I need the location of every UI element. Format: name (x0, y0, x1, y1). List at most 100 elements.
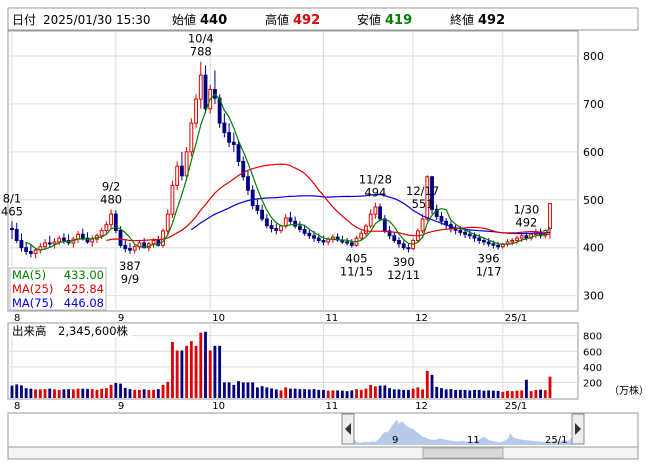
volume-bar (449, 389, 453, 398)
volume-bar (227, 382, 231, 398)
volume-axis: 200 400 600 800 (583, 332, 602, 390)
candle-body (151, 240, 156, 245)
candle-body (52, 241, 57, 245)
annotation-value: 405 (346, 252, 368, 266)
volume-bar (303, 389, 307, 398)
header-bar: 日付 2025/01/30 15:30 始値 440 高値 492 安値 419… (7, 7, 639, 31)
candle-body (57, 237, 62, 243)
volume-tick-label: 600 (583, 347, 602, 358)
volume-bar (284, 387, 288, 398)
candle-body (496, 244, 501, 248)
volume-bar (175, 350, 179, 398)
candle-body (241, 160, 246, 178)
volume-bar (53, 389, 56, 398)
navigator-left-handle[interactable] (341, 413, 355, 445)
candle-body (316, 237, 321, 242)
candle-body (165, 213, 170, 232)
candle-body (80, 233, 85, 239)
candle-body (524, 235, 529, 239)
candle-body (123, 244, 128, 250)
volume-bar (425, 370, 429, 398)
close-label: 終値 (450, 12, 474, 27)
price-axis: 300 400 500 600 700 800 (583, 50, 604, 303)
volume-bar (104, 388, 108, 398)
volume-bar (345, 391, 349, 398)
annotation-value: 494 (364, 186, 386, 200)
volume-bar (194, 345, 198, 398)
ma75-legend-label: MA(75) (12, 296, 53, 310)
candle-body (321, 240, 326, 243)
volume-bar (20, 385, 23, 398)
volume-bar (378, 385, 382, 398)
high-label: 高値 (265, 12, 289, 27)
volume-bar (529, 391, 533, 398)
navigator-label: 25/1 (545, 435, 567, 446)
navigator-scrollbar-track[interactable] (7, 446, 639, 460)
volume-bar (161, 384, 165, 398)
candle-body (392, 235, 397, 241)
x-tick-label: 8 (14, 313, 20, 324)
volume-bar (388, 388, 391, 398)
candle-body (312, 235, 316, 239)
candle-body (246, 176, 250, 191)
volume-bar (293, 388, 297, 398)
candle-body (128, 248, 132, 251)
volume-bar (10, 385, 14, 398)
range-navigator[interactable]: 9 11 25/1 (7, 412, 639, 460)
candle-body (548, 203, 552, 230)
volume-bar (180, 350, 184, 398)
volume-bar (156, 389, 160, 398)
candle-body (510, 240, 515, 243)
candle-body (76, 233, 80, 240)
candle-body (364, 225, 368, 234)
volume-bar (317, 389, 321, 398)
candle-body (24, 247, 29, 253)
volume-bar (510, 391, 514, 398)
volume-bar (90, 389, 94, 398)
navigator-scrollbar-thumb[interactable] (422, 447, 504, 459)
candle-body (104, 224, 109, 231)
price-tick-label: 300 (583, 290, 604, 303)
candle-body (179, 165, 184, 177)
volume-bar (171, 342, 174, 398)
candle-body (345, 241, 349, 244)
volume-bar (48, 388, 52, 398)
annotation-value: 390 (393, 255, 415, 269)
candle-body (99, 229, 104, 237)
stock-chart: 日付 2025/01/30 15:30 始値 440 高値 492 安値 419… (1, 7, 649, 460)
volume-bar (539, 389, 542, 398)
volume-bar (440, 388, 443, 398)
volume-bar (86, 388, 89, 398)
volume-bar (548, 376, 552, 398)
volume-bar (100, 388, 104, 398)
candle-body (463, 231, 467, 235)
volume-bar (468, 390, 472, 398)
ma-legend: MA(5) 433.00 MA(25) 425.84 MA(75) 446.08 (9, 267, 107, 311)
candle-body (307, 232, 312, 237)
volume-bar (496, 390, 500, 398)
volume-bar (152, 389, 155, 398)
volume-bar (298, 389, 302, 398)
candle-body (250, 189, 255, 207)
candle-body (203, 74, 208, 110)
candle-body (458, 229, 463, 233)
price-tick-label: 800 (583, 50, 604, 63)
candle-body (189, 122, 194, 153)
volume-bar (189, 341, 193, 398)
candle-body (482, 240, 486, 243)
x-tick-label: 9 (118, 401, 124, 412)
volume-bar (355, 389, 358, 398)
candle-body (19, 240, 24, 249)
volume-bar (67, 389, 71, 398)
volume-bar (241, 382, 245, 398)
candle-body (194, 98, 198, 124)
candle-body (406, 247, 411, 250)
volume-bar (274, 389, 278, 398)
navigator-right-handle[interactable] (571, 413, 585, 445)
candle-body (477, 237, 482, 242)
volume-legend-value: 2,345,600株 (58, 324, 129, 338)
candle-body (368, 213, 373, 227)
volume-bar (543, 390, 547, 398)
volume-bar (29, 388, 33, 398)
candle-body (472, 235, 477, 239)
